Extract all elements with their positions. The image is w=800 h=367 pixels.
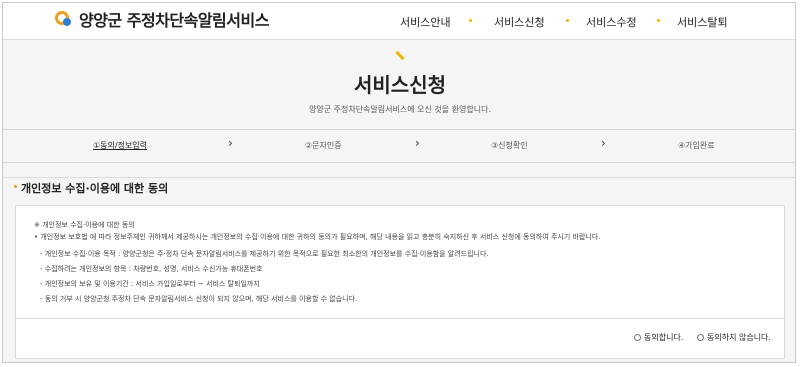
- terms-heading: ※ 개인정보 수집·이용에 대한 동의: [34, 221, 135, 229]
- terms-line: - 수집하려는 개인정보의 항목 : 차량번호, 성명, 서비스 수신가능 휴대…: [40, 265, 263, 273]
- agree-radio[interactable]: 동의합니다.: [634, 332, 683, 343]
- nav-separator-dot: [566, 19, 569, 22]
- step-arrow-icon: ›: [415, 136, 420, 150]
- disagree-radio[interactable]: 동의하지 않습니다.: [697, 332, 771, 343]
- radio-circle-icon: [634, 334, 641, 341]
- page-frame: 양양군 주정차단속알림서비스 서비스안내 서비스신청 서비스수정 서비스탈퇴 서…: [2, 2, 796, 363]
- step-3-confirm: ③신청확인: [491, 141, 528, 150]
- nav-separator-dot: [469, 19, 472, 22]
- nav-item-service-info[interactable]: 서비스안내: [400, 14, 451, 30]
- page-title: 서비스신청: [354, 73, 446, 97]
- terms-line: - 동의 거부 시 양양군청 주정차 단속 문자알림서비스 신청이 되지 않으며…: [40, 295, 358, 303]
- privacy-terms-box[interactable]: ※ 개인정보 수집·이용에 대한 동의 • 개인정보 보호법 에 따라 정보주체…: [15, 205, 785, 319]
- nav-item-service-withdraw[interactable]: 서비스탈퇴: [677, 14, 728, 30]
- step-1-consent-info: ①동의/정보입력: [93, 141, 148, 150]
- terms-line: - 개인정보의 보유 및 이용기간 : 서비스 가입일로부터 ~ 서비스 탈퇴일…: [40, 280, 260, 288]
- nav-item-service-apply[interactable]: 서비스신청: [494, 14, 545, 30]
- section-divider: [3, 177, 795, 178]
- section-title: 개인정보 수집·이용에 대한 동의: [14, 180, 169, 196]
- section-title-text: 개인정보 수집·이용에 대한 동의: [21, 182, 169, 195]
- consent-options: 동의합니다. 동의하지 않습니다.: [15, 319, 785, 359]
- step-arrow-icon: ›: [228, 136, 233, 150]
- terms-line: - 개인정보 수집·이용 목적 : 양양군청은 주·정차 단속 문자알림서비스를…: [40, 250, 489, 258]
- radio-circle-icon: [697, 334, 704, 341]
- step-progress: ①동의/정보입력 › ②문자인증 › ③신청확인 › ④가입완료: [3, 129, 795, 163]
- main-nav: 서비스안내 서비스신청 서비스수정 서비스탈퇴: [3, 14, 795, 30]
- step-2-sms-auth: ②문자인증: [305, 141, 342, 150]
- nav-item-service-edit[interactable]: 서비스수정: [586, 14, 637, 30]
- disagree-label: 동의하지 않습니다.: [707, 333, 771, 342]
- site-header: 양양군 주정차단속알림서비스 서비스안내 서비스신청 서비스수정 서비스탈퇴: [3, 3, 795, 40]
- agree-label: 동의합니다.: [644, 333, 684, 342]
- step-4-complete: ④가입완료: [678, 141, 715, 150]
- section-bullet-icon: [14, 185, 17, 188]
- nav-separator-dot: [657, 19, 660, 22]
- terms-line: • 개인정보 보호법 에 따라 정보주체인 귀하께서 제공하시는 개인정보의 수…: [34, 233, 601, 241]
- page-subtitle: 양양군 주정차단속알림서비스에 오신 것을 환영합니다.: [309, 105, 491, 114]
- title-accent-mark: [395, 50, 405, 61]
- step-arrow-icon: ›: [601, 136, 606, 150]
